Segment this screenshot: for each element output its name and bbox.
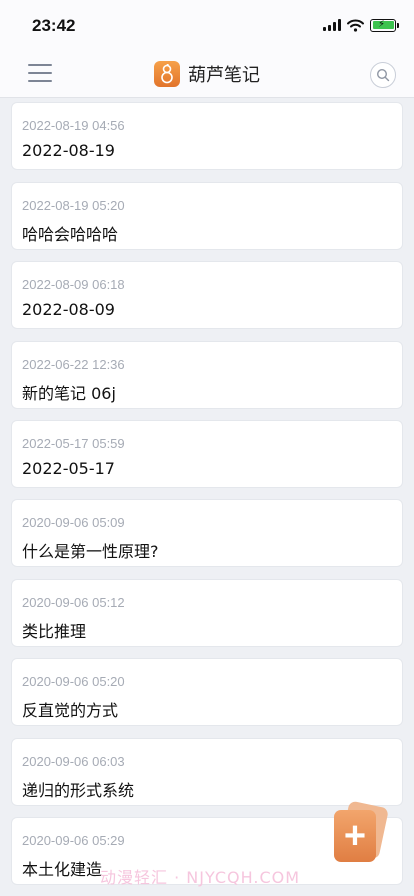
note-title: 递归的形式系统 <box>22 781 135 800</box>
note-timestamp: 2022-05-17 05:59 <box>22 436 125 451</box>
note-title: 哈哈会哈哈哈 <box>22 225 119 244</box>
note-timestamp: 2020-09-06 05:09 <box>22 515 125 530</box>
note-title: 2022-08-19 <box>22 141 115 160</box>
note-card[interactable]: 2020-09-06 05:09 什么是第一性原理? <box>12 500 402 566</box>
status-icons: ⚡ <box>323 17 399 33</box>
note-timestamp: 2020-09-06 05:20 <box>22 674 125 689</box>
note-timestamp: 2022-08-19 05:20 <box>22 198 125 213</box>
note-timestamp: 2020-09-06 06:03 <box>22 754 125 769</box>
note-title: 2022-08-09 <box>22 300 115 319</box>
note-card[interactable]: 2022-08-19 05:20 哈哈会哈哈哈 <box>12 183 402 249</box>
note-card[interactable]: 2022-05-17 05:59 2022-05-17 <box>12 421 402 487</box>
note-timestamp: 2020-09-06 05:12 <box>22 595 125 610</box>
note-timestamp: 2022-06-22 12:36 <box>22 357 125 372</box>
note-title: 新的笔记 06j <box>22 384 116 403</box>
note-card[interactable]: 2020-09-06 05:20 反直觉的方式 <box>12 659 402 725</box>
note-card[interactable]: 2020-09-06 05:12 类比推理 <box>12 580 402 646</box>
plus-icon: + <box>334 810 376 862</box>
add-note-button[interactable]: + <box>330 800 389 866</box>
page-title: 葫芦笔记 <box>188 65 260 86</box>
note-timestamp: 2022-08-09 06:18 <box>22 277 125 292</box>
note-title: 反直觉的方式 <box>22 701 119 720</box>
note-title: 什么是第一性原理? <box>22 542 159 561</box>
status-time: 23:42 <box>32 16 76 35</box>
gourd-logo-icon <box>154 61 180 87</box>
cellular-signal-icon <box>323 19 341 31</box>
app-screen: 23:42 ⚡ 葫芦笔记 2022-08-19 04:56 2022-08-19… <box>0 0 414 896</box>
note-card[interactable]: 2020-09-06 06:03 递归的形式系统 <box>12 739 402 805</box>
wifi-icon <box>347 19 364 32</box>
battery-icon: ⚡ <box>370 18 399 32</box>
note-timestamp: 2022-08-19 04:56 <box>22 118 125 133</box>
note-card[interactable]: 2022-08-19 04:56 2022-08-19 <box>12 103 402 169</box>
watermark: 动漫轻汇 · NJYCQH.COM <box>100 868 301 887</box>
search-icon <box>376 68 390 82</box>
note-card[interactable]: 2022-06-22 12:36 新的笔记 06j <box>12 342 402 408</box>
note-timestamp: 2020-09-06 05:29 <box>22 833 125 848</box>
nav-title-group: 葫芦笔记 <box>0 61 414 87</box>
note-title: 本土化建造 <box>22 860 103 879</box>
search-button[interactable] <box>370 62 396 88</box>
status-bar: 23:42 ⚡ <box>0 0 414 50</box>
note-title: 2022-05-17 <box>22 459 115 478</box>
nav-bar: 葫芦笔记 <box>0 50 414 98</box>
note-card[interactable]: 2022-08-09 06:18 2022-08-09 <box>12 262 402 328</box>
note-title: 类比推理 <box>22 622 87 641</box>
